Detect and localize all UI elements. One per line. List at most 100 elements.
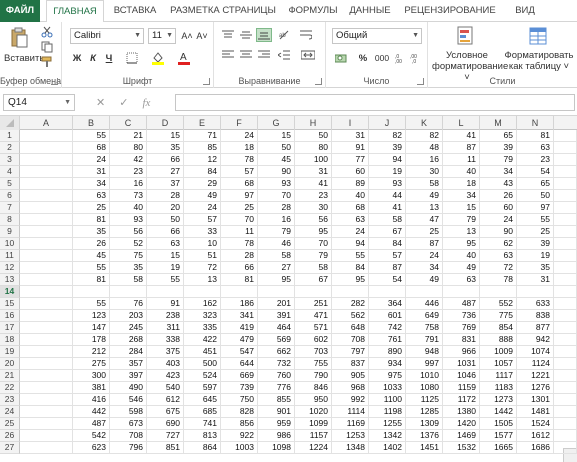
clipboard-launcher-icon[interactable] <box>51 78 58 85</box>
cell-c1[interactable]: 21 <box>110 130 147 142</box>
bold-button[interactable]: Ж <box>70 50 84 66</box>
column-header-h[interactable]: H <box>295 116 332 130</box>
cancel-icon[interactable]: ✕ <box>96 96 105 109</box>
cell-l9[interactable]: 13 <box>443 226 480 238</box>
cell-k14[interactable] <box>406 286 443 298</box>
cell-overflow[interactable] <box>554 430 577 442</box>
cell-h13[interactable]: 67 <box>295 274 332 286</box>
cell-i8[interactable]: 63 <box>332 214 369 226</box>
cell-i17[interactable]: 648 <box>332 322 369 334</box>
cell-f14[interactable] <box>221 286 258 298</box>
cell-g23[interactable]: 855 <box>258 394 295 406</box>
cell-j24[interactable]: 1198 <box>369 406 406 418</box>
cell-c21[interactable]: 397 <box>110 370 147 382</box>
shrink-font-button[interactable]: A˅ <box>195 28 209 44</box>
cell-f20[interactable]: 644 <box>221 358 258 370</box>
cell-k15[interactable]: 446 <box>406 298 443 310</box>
cell-h8[interactable]: 56 <box>295 214 332 226</box>
row-header-1[interactable]: 1 <box>0 130 20 142</box>
cell-c11[interactable]: 75 <box>110 250 147 262</box>
conditional-formatting-icon[interactable] <box>456 25 476 47</box>
cell-i6[interactable]: 40 <box>332 190 369 202</box>
cell-c15[interactable]: 76 <box>110 298 147 310</box>
column-header-a[interactable]: A <box>20 116 73 130</box>
cell-j1[interactable]: 82 <box>369 130 406 142</box>
cell-m21[interactable]: 1117 <box>480 370 517 382</box>
cell-k4[interactable]: 30 <box>406 166 443 178</box>
cell-a6[interactable] <box>20 190 73 202</box>
cell-j22[interactable]: 1033 <box>369 382 406 394</box>
cell-a15[interactable] <box>20 298 73 310</box>
cell-n23[interactable]: 1301 <box>517 394 554 406</box>
cell-d1[interactable]: 15 <box>147 130 184 142</box>
cell-g9[interactable]: 79 <box>258 226 295 238</box>
cell-m18[interactable]: 888 <box>480 334 517 346</box>
cell-n3[interactable]: 23 <box>517 154 554 166</box>
cell-l24[interactable]: 1380 <box>443 406 480 418</box>
column-header-c[interactable]: C <box>110 116 147 130</box>
cell-g25[interactable]: 959 <box>258 418 295 430</box>
cell-m19[interactable]: 1009 <box>480 346 517 358</box>
text-orientation-icon[interactable]: ab <box>276 28 292 42</box>
align-center-icon[interactable] <box>238 48 254 62</box>
cell-f16[interactable]: 341 <box>221 310 258 322</box>
row-header-2[interactable]: 2 <box>0 142 20 154</box>
cell-b6[interactable]: 63 <box>73 190 110 202</box>
cell-c26[interactable]: 708 <box>110 430 147 442</box>
cell-c12[interactable]: 35 <box>110 262 147 274</box>
cell-l6[interactable]: 34 <box>443 190 480 202</box>
cell-h27[interactable]: 1224 <box>295 442 332 454</box>
cell-e20[interactable]: 500 <box>184 358 221 370</box>
cell-h11[interactable]: 79 <box>295 250 332 262</box>
cell-h14[interactable] <box>295 286 332 298</box>
cell-n5[interactable]: 65 <box>517 178 554 190</box>
cell-h4[interactable]: 31 <box>295 166 332 178</box>
cell-c27[interactable]: 796 <box>110 442 147 454</box>
cell-overflow[interactable] <box>554 238 577 250</box>
cell-k19[interactable]: 948 <box>406 346 443 358</box>
cell-c5[interactable]: 16 <box>110 178 147 190</box>
cell-c8[interactable]: 93 <box>110 214 147 226</box>
cell-h2[interactable]: 80 <box>295 142 332 154</box>
cell-overflow[interactable] <box>554 310 577 322</box>
alignment-launcher-icon[interactable] <box>315 78 322 85</box>
cell-m23[interactable]: 1273 <box>480 394 517 406</box>
cell-overflow[interactable] <box>554 154 577 166</box>
cell-h3[interactable]: 100 <box>295 154 332 166</box>
cell-i7[interactable]: 68 <box>332 202 369 214</box>
cell-b22[interactable]: 381 <box>73 382 110 394</box>
cell-overflow[interactable] <box>554 358 577 370</box>
cell-m16[interactable]: 775 <box>480 310 517 322</box>
row-header-22[interactable]: 22 <box>0 382 20 394</box>
format-painter-icon[interactable] <box>40 55 54 69</box>
cell-h15[interactable]: 251 <box>295 298 332 310</box>
cell-n22[interactable]: 1276 <box>517 382 554 394</box>
cell-d17[interactable]: 311 <box>147 322 184 334</box>
cell-n12[interactable]: 35 <box>517 262 554 274</box>
cell-i14[interactable] <box>332 286 369 298</box>
cell-e8[interactable]: 57 <box>184 214 221 226</box>
cell-j25[interactable]: 1255 <box>369 418 406 430</box>
cell-l27[interactable]: 1532 <box>443 442 480 454</box>
cell-i20[interactable]: 837 <box>332 358 369 370</box>
cell-m20[interactable]: 1057 <box>480 358 517 370</box>
cell-b19[interactable]: 212 <box>73 346 110 358</box>
cell-l14[interactable] <box>443 286 480 298</box>
row-header-3[interactable]: 3 <box>0 154 20 166</box>
cell-g27[interactable]: 1098 <box>258 442 295 454</box>
wrap-text-icon[interactable] <box>298 28 314 42</box>
cell-h1[interactable]: 50 <box>295 130 332 142</box>
cell-k7[interactable]: 13 <box>406 202 443 214</box>
cell-n11[interactable]: 19 <box>517 250 554 262</box>
cell-n17[interactable]: 877 <box>517 322 554 334</box>
cell-d4[interactable]: 27 <box>147 166 184 178</box>
cell-overflow[interactable] <box>554 382 577 394</box>
cell-e21[interactable]: 524 <box>184 370 221 382</box>
cell-b21[interactable]: 300 <box>73 370 110 382</box>
cell-c25[interactable]: 673 <box>110 418 147 430</box>
cell-i9[interactable]: 24 <box>332 226 369 238</box>
cell-n25[interactable]: 1524 <box>517 418 554 430</box>
cell-a20[interactable] <box>20 358 73 370</box>
cell-d25[interactable]: 690 <box>147 418 184 430</box>
cell-i1[interactable]: 31 <box>332 130 369 142</box>
